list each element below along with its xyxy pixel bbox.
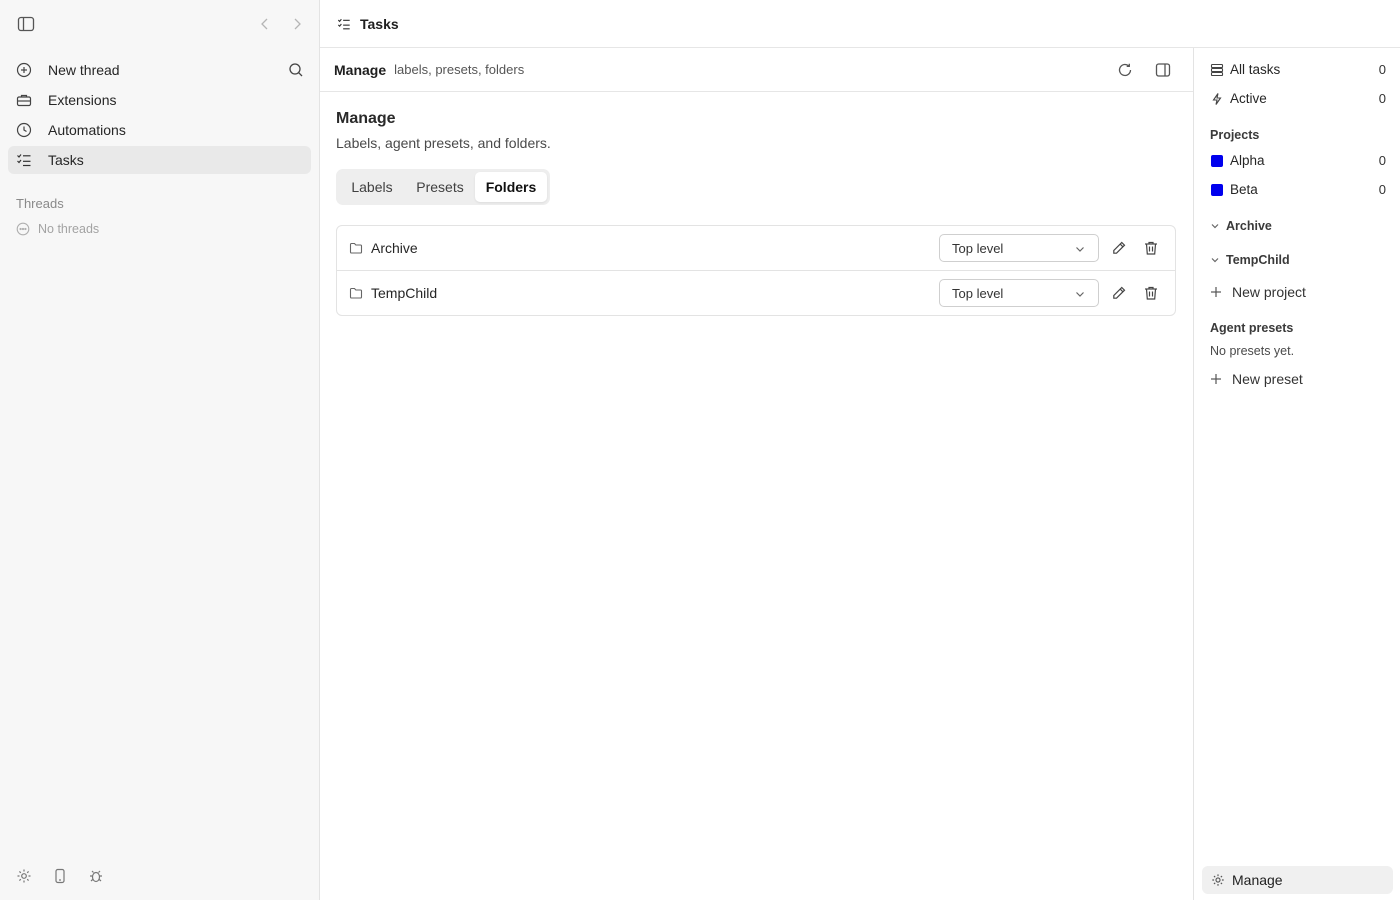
left-sidebar: New thread Extensions Automations Tasks … <box>0 0 320 900</box>
tab-labels[interactable]: Labels <box>339 172 405 202</box>
chevron-down-icon <box>1210 255 1220 265</box>
stack-icon <box>1210 63 1224 77</box>
folder-row-tempchild: TempChild Top level <box>337 271 1175 316</box>
forward-arrow-icon[interactable] <box>289 16 305 32</box>
sidebar-toggle-icon[interactable] <box>17 16 35 32</box>
parent-folder-value: Top level <box>952 240 1004 256</box>
toggle-right-panel-icon[interactable] <box>1155 62 1171 78</box>
plus-icon <box>1210 286 1222 298</box>
sidebar-item-automations[interactable]: Automations <box>8 116 311 144</box>
all-tasks-count: 0 <box>1378 62 1386 77</box>
section-title: Manage <box>336 110 396 127</box>
edit-pencil-icon[interactable] <box>1111 240 1127 256</box>
chat-bubble-icon <box>16 222 30 236</box>
manage-label: Manage <box>1232 872 1283 888</box>
gear-icon <box>1211 873 1225 887</box>
section-subtitle: Labels, agent presets, and folders. <box>336 135 551 151</box>
projects-heading: Projects <box>1210 128 1260 142</box>
refresh-icon[interactable] <box>1117 62 1133 78</box>
sidebar-item-extensions[interactable]: Extensions <box>8 86 311 114</box>
subheader-subtitle: labels, presets, folders <box>394 62 525 77</box>
folder-list: Archive Top level TempChild Top level <box>336 225 1176 316</box>
project-item-alpha[interactable]: Alpha 0 <box>1202 148 1394 174</box>
page-title: Tasks <box>360 15 399 32</box>
folder-group-tempchild[interactable]: TempChild <box>1210 253 1290 267</box>
folder-row-archive: Archive Top level <box>337 226 1175 271</box>
checklist-icon <box>16 152 32 168</box>
folder-name: Archive <box>371 240 418 256</box>
new-project-label: New project <box>1232 284 1306 300</box>
subheader-title: Manage <box>334 61 387 78</box>
all-tasks-label: All tasks <box>1230 62 1281 77</box>
delete-trash-icon[interactable] <box>1143 285 1159 301</box>
folder-icon <box>349 286 363 300</box>
tab-folders[interactable]: Folders <box>475 172 547 202</box>
main-content: Manage labels, presets, folders Manage L… <box>320 48 1193 900</box>
sidebar-item-label: Tasks <box>48 152 84 168</box>
sidebar-item-label: New thread <box>48 62 120 78</box>
parent-folder-value: Top level <box>952 285 1004 301</box>
project-label: Alpha <box>1230 153 1265 168</box>
sidebar-topbar <box>0 0 320 48</box>
chevron-down-icon <box>1074 243 1086 255</box>
folder-group-label: TempChild <box>1226 253 1290 267</box>
active-label: Active <box>1230 91 1267 106</box>
threads-heading: Threads <box>16 196 64 211</box>
folder-group-archive[interactable]: Archive <box>1210 219 1272 233</box>
toolbox-icon <box>16 92 32 108</box>
sidebar-item-label: Automations <box>48 122 126 138</box>
project-label: Beta <box>1230 182 1258 197</box>
folder-name: TempChild <box>371 285 438 301</box>
project-count: 0 <box>1378 182 1386 197</box>
manage-button[interactable]: Manage <box>1202 866 1393 894</box>
parent-folder-select[interactable]: Top level <box>939 234 1099 262</box>
new-preset-label: New preset <box>1232 371 1303 387</box>
page-header: Tasks <box>320 0 1400 48</box>
presets-empty-text: No presets yet. <box>1210 344 1295 358</box>
parent-folder-select[interactable]: Top level <box>939 279 1099 307</box>
project-item-beta[interactable]: Beta 0 <box>1202 177 1394 203</box>
chevron-down-icon <box>1074 288 1086 300</box>
sidebar-item-tasks[interactable]: Tasks <box>8 146 311 174</box>
right-panel: All tasks 0 Active 0 Projects Alpha 0 Be… <box>1193 48 1400 900</box>
clock-icon <box>16 122 32 138</box>
mobile-device-icon[interactable] <box>52 868 68 884</box>
all-tasks-item[interactable]: All tasks 0 <box>1202 57 1394 83</box>
project-count: 0 <box>1378 153 1386 168</box>
project-color-swatch <box>1211 155 1223 167</box>
delete-trash-icon[interactable] <box>1143 240 1159 256</box>
active-item[interactable]: Active 0 <box>1202 86 1394 112</box>
project-color-swatch <box>1211 184 1223 196</box>
chevron-down-icon <box>1210 221 1220 231</box>
settings-gear-icon[interactable] <box>16 868 32 884</box>
plus-circle-icon <box>16 62 32 78</box>
checklist-icon <box>337 17 351 31</box>
back-arrow-icon[interactable] <box>257 16 273 32</box>
manage-tabs: Labels Presets Folders <box>336 169 550 205</box>
sidebar-item-label: Extensions <box>48 92 117 108</box>
tab-presets[interactable]: Presets <box>405 172 475 202</box>
threads-empty-state: No threads <box>16 222 99 236</box>
folder-group-label: Archive <box>1226 219 1272 233</box>
new-project-button[interactable]: New project <box>1210 284 1306 300</box>
bug-icon[interactable] <box>88 868 104 884</box>
threads-empty-text: No threads <box>38 222 100 236</box>
sidebar-item-new-thread[interactable]: New thread <box>8 56 311 84</box>
search-icon[interactable] <box>288 62 304 78</box>
active-count: 0 <box>1378 91 1386 106</box>
manage-subheader: Manage labels, presets, folders <box>320 48 1193 92</box>
agent-presets-heading: Agent presets <box>1210 321 1294 335</box>
plus-icon <box>1210 373 1222 385</box>
folder-icon <box>349 241 363 255</box>
edit-pencil-icon[interactable] <box>1111 285 1127 301</box>
new-preset-button[interactable]: New preset <box>1210 371 1303 387</box>
lightning-icon <box>1210 92 1224 106</box>
